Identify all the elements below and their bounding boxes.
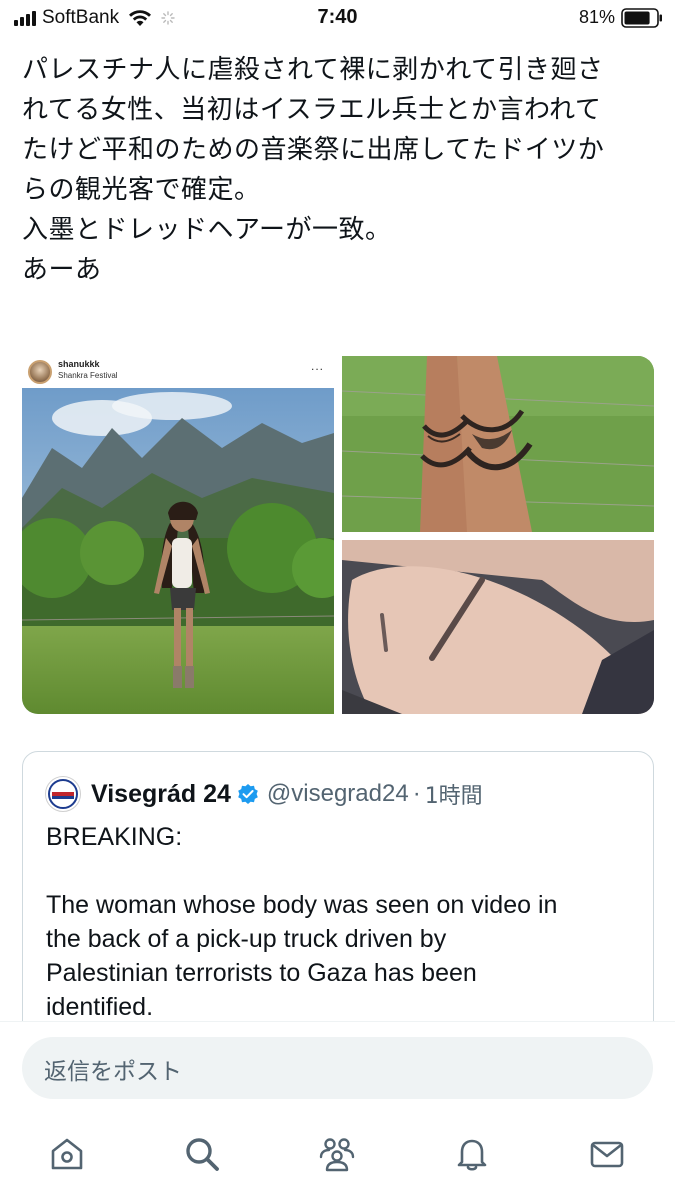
battery-percentage: 81% <box>578 7 615 27</box>
quote-header: Visegrád 24 @visegrad24 · 1時間 <box>45 774 483 814</box>
instagram-location: Shankra Festival <box>58 371 118 380</box>
instagram-username: shanukkk <box>58 359 100 369</box>
festival-scene-image <box>22 388 334 714</box>
instagram-header: shanukkk Shankra Festival ... <box>22 356 334 388</box>
quote-author-handle: @visegrad24 <box>266 780 409 807</box>
tab-search[interactable] <box>180 1132 224 1176</box>
quote-avatar[interactable] <box>45 776 81 812</box>
bottom-bar: 返信をポスト <box>0 1021 675 1200</box>
quote-body: BREAKING: The woman whose body was seen … <box>46 823 558 1021</box>
media-photo-tattoo[interactable] <box>342 356 654 532</box>
carrier-label: SoftBank <box>42 7 120 28</box>
tab-home[interactable] <box>45 1132 89 1176</box>
verified-badge-icon <box>238 784 258 804</box>
tab-bar <box>0 1132 675 1182</box>
communities-icon <box>319 1138 355 1172</box>
tweet-text: パレスチナ人に虐殺されて裸に剥かれて引き廻さ れてる女性、当初はイスラエル兵士と… <box>22 55 605 285</box>
media-grid[interactable]: shanukkk Shankra Festival ... <box>22 356 654 714</box>
battery-icon <box>621 7 662 28</box>
quote-author-name[interactable]: Visegrád 24 <box>91 780 231 809</box>
tattoo-leg-image <box>342 356 654 532</box>
quote-timestamp: 1時間 <box>424 784 483 809</box>
quote-tweet[interactable]: Visegrád 24 @visegrad24 · 1時間 BREAKING: … <box>22 751 654 1051</box>
tab-communities[interactable] <box>315 1132 359 1176</box>
home-icon <box>51 1138 83 1170</box>
signal-icon <box>14 10 36 26</box>
reply-input[interactable]: 返信をポスト <box>22 1037 653 1099</box>
wifi-icon <box>129 10 152 26</box>
instagram-avatar <box>28 360 52 384</box>
media-photo-festival[interactable]: shanukkk Shankra Festival ... <box>22 356 334 714</box>
tab-messages[interactable] <box>585 1132 629 1176</box>
search-icon <box>186 1138 219 1171</box>
more-icon: ... <box>310 359 324 373</box>
reply-placeholder: 返信をポスト <box>44 1059 182 1085</box>
tab-notifications[interactable] <box>450 1132 494 1176</box>
separator: · <box>412 780 421 807</box>
closeup-image <box>342 540 654 714</box>
activity-spinner-icon <box>161 11 175 25</box>
status-bar: SoftBank 7:40 81% <box>0 0 675 36</box>
media-photo-closeup[interactable] <box>342 540 654 714</box>
mail-icon <box>590 1141 624 1168</box>
bell-icon <box>457 1139 487 1171</box>
